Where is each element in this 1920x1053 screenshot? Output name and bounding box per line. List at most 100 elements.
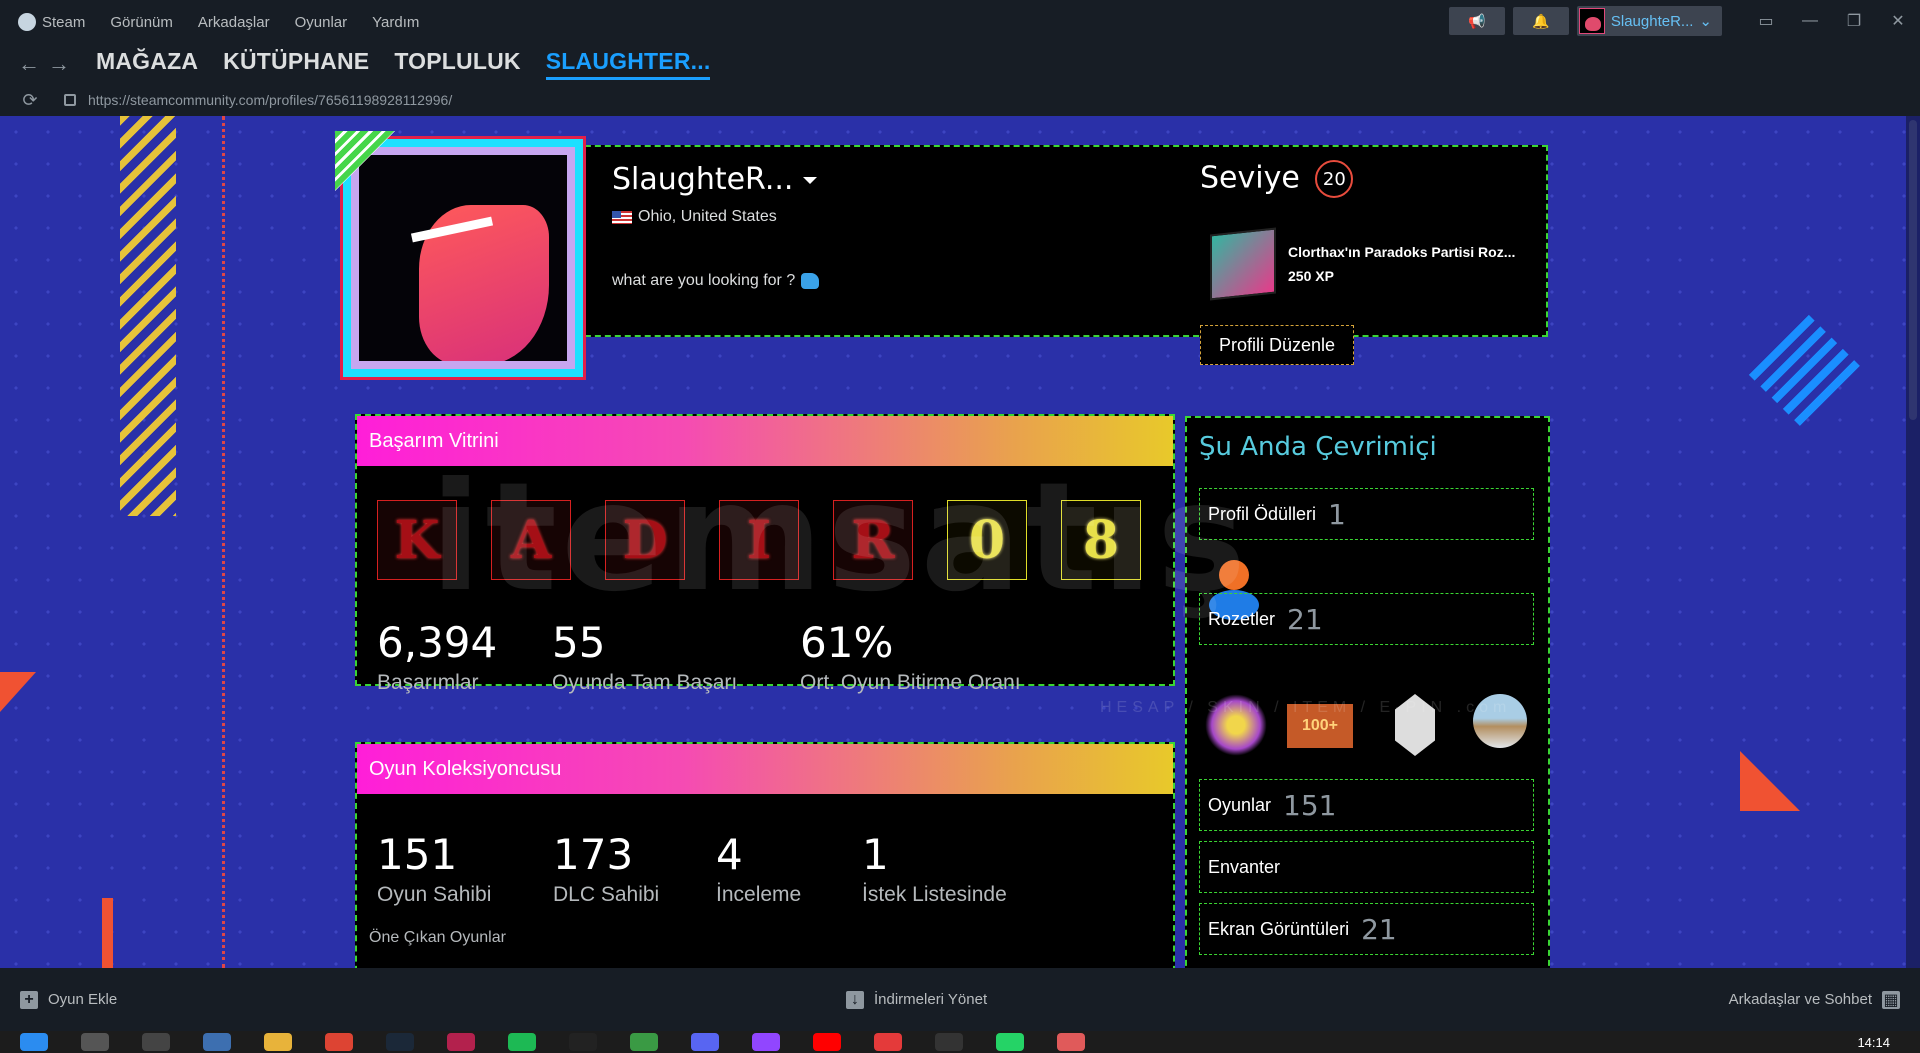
badge-shield-icon[interactable]: [1395, 694, 1435, 756]
edit-profile-button[interactable]: Profili Düzenle: [1200, 325, 1354, 365]
level-badge[interactable]: 20: [1315, 160, 1354, 198]
stat-reviews[interactable]: 4 İnceleme: [716, 830, 862, 907]
stat-wishlist[interactable]: 1 İstek Listesinde: [862, 830, 1007, 907]
decor-stripes: [120, 116, 176, 516]
search-icon[interactable]: [81, 1033, 109, 1051]
nav-profile[interactable]: SLAUGHTER...: [545, 48, 711, 80]
caret-down-icon[interactable]: [803, 177, 818, 184]
favorite-badge-name[interactable]: Clorthax'ın Paradoks Partisi Roz...: [1288, 244, 1515, 260]
thumbs-up-icon: [801, 272, 820, 289]
achievement-stats: 6,394 Başarımlar 55 Oyunda Tam Başarı 61…: [377, 618, 1173, 695]
stat-dlc-owned[interactable]: 173 DLC Sahibi: [553, 830, 716, 907]
achievement-tile[interactable]: I: [719, 500, 799, 580]
achievement-tile[interactable]: A: [491, 500, 571, 580]
nav-library[interactable]: KÜTÜPHANE: [223, 48, 369, 80]
maximize-icon[interactable]: ❐: [1832, 6, 1876, 36]
back-arrow-icon[interactable]: ←: [14, 51, 44, 77]
title-bar-controls: 📢 🔔 SlaughteR... ⌄ ▭ — ❐ ✕: [1448, 6, 1920, 36]
app-icon[interactable]: [1057, 1033, 1085, 1051]
persona-name[interactable]: SlaughteR...: [612, 162, 818, 197]
page-scrollbar[interactable]: [1906, 116, 1920, 968]
reload-icon[interactable]: ⟳: [10, 90, 50, 111]
os-taskbar: 14:14: [0, 1031, 1920, 1053]
achievement-tiles: K A D I R 0 8: [377, 500, 1173, 580]
app-icon[interactable]: [447, 1033, 475, 1051]
announcements-button[interactable]: 📢: [1448, 7, 1505, 35]
badge-list: 100+: [1205, 694, 1545, 764]
twitch-icon[interactable]: [752, 1033, 780, 1051]
manage-downloads-button[interactable]: ↓ İndirmeleri Yönet: [846, 990, 987, 1009]
achievement-tile[interactable]: D: [605, 500, 685, 580]
main-nav: ← → MAĞAZA KÜTÜPHANE TOPLULUK SLAUGHTER.…: [0, 44, 1920, 84]
minimize-icon[interactable]: —: [1788, 6, 1832, 36]
badge-landscape-icon[interactable]: [1473, 694, 1527, 748]
achievement-tile[interactable]: R: [833, 500, 913, 580]
steam-logo-icon: [18, 13, 36, 31]
badge-icon[interactable]: [1205, 694, 1267, 756]
favorite-badge-icon[interactable]: [1210, 227, 1276, 301]
app-icon[interactable]: [874, 1033, 902, 1051]
url-text[interactable]: https://steamcommunity.com/profiles/7656…: [88, 92, 452, 108]
decor-triangle: [0, 672, 36, 712]
profile-sidebar: Şu Anda Çevrimiçi Profil Ödülleri 1 Roze…: [1185, 416, 1550, 968]
decor-stripes-right: [1745, 311, 1865, 431]
profile-avatar: [335, 131, 586, 380]
badge-100-icon[interactable]: 100+: [1287, 704, 1353, 748]
stat-perfect-games[interactable]: 55 Oyunda Tam Başarı: [552, 618, 800, 695]
app-icon[interactable]: [630, 1033, 658, 1051]
menu-friends[interactable]: Arkadaşlar: [198, 14, 270, 31]
nav-community[interactable]: TOPLULUK: [394, 48, 520, 80]
steam-menu[interactable]: Steam: [18, 13, 85, 31]
profile-awards-link[interactable]: Profil Ödülleri 1: [1199, 488, 1534, 540]
chevron-down-icon: ⌄: [1699, 13, 1712, 30]
store-icon[interactable]: [203, 1033, 231, 1051]
stat-achievements[interactable]: 6,394 Başarımlar: [377, 618, 552, 695]
add-game-button[interactable]: + Oyun Ekle: [20, 990, 117, 1009]
achievement-tile[interactable]: 0: [947, 500, 1027, 580]
plus-icon: +: [20, 990, 38, 1009]
forward-arrow-icon[interactable]: →: [44, 51, 74, 77]
screenshots-link[interactable]: Ekran Görüntüleri 21: [1199, 903, 1534, 955]
achievement-tile[interactable]: 8: [1061, 500, 1141, 580]
app-icon[interactable]: [569, 1033, 597, 1051]
badges-link[interactable]: Rozetler 21: [1199, 593, 1534, 645]
youtube-icon[interactable]: [813, 1033, 841, 1051]
menu-view[interactable]: Görünüm: [110, 14, 173, 31]
discord-icon[interactable]: [691, 1033, 719, 1051]
spotify-icon[interactable]: [508, 1033, 536, 1051]
featured-games-label: Öne Çıkan Oyunlar: [369, 929, 506, 946]
chrome-icon[interactable]: [325, 1033, 353, 1051]
account-name: SlaughteR...: [1610, 12, 1694, 30]
achievement-showcase: Başarım Vitrini K A D I R 0 8 6,394 Başa…: [355, 414, 1175, 694]
profile-level: Seviye 20: [1200, 160, 1354, 198]
inventory-link[interactable]: Envanter: [1199, 841, 1534, 893]
games-link[interactable]: Oyunlar 151: [1199, 779, 1534, 831]
menu-help[interactable]: Yardım: [372, 14, 419, 31]
windows-start-icon[interactable]: [20, 1033, 48, 1051]
friends-icon: ▦: [1882, 990, 1900, 1009]
bottom-bar: + Oyun Ekle ↓ İndirmeleri Yönet Arkadaşl…: [0, 968, 1920, 1031]
whatsapp-icon[interactable]: [996, 1033, 1024, 1051]
online-status: Şu Anda Çevrimiçi: [1199, 432, 1437, 462]
lock-icon: [64, 94, 76, 106]
steam-taskbar-icon[interactable]: [386, 1033, 414, 1051]
scrollbar-thumb[interactable]: [1909, 120, 1917, 420]
big-picture-icon[interactable]: ▭: [1744, 6, 1788, 36]
notifications-button[interactable]: 🔔: [1512, 7, 1569, 35]
collector-stats: 151 Oyun Sahibi 173 DLC Sahibi 4 İncelem…: [377, 830, 1173, 907]
clock[interactable]: 14:14: [1857, 1035, 1890, 1050]
menu-games[interactable]: Oyunlar: [295, 14, 348, 31]
nav-store[interactable]: MAĞAZA: [96, 48, 198, 80]
file-explorer-icon[interactable]: [264, 1033, 292, 1051]
profile-location: Ohio, United States: [612, 208, 777, 226]
decor-dotted-line: [222, 116, 225, 968]
epic-games-icon[interactable]: [935, 1033, 963, 1051]
friends-chat-button[interactable]: Arkadaşlar ve Sohbet ▦: [1729, 990, 1900, 1009]
game-collector-showcase: Oyun Koleksiyoncusu 151 Oyun Sahibi 173 …: [355, 742, 1175, 968]
stat-games-owned[interactable]: 151 Oyun Sahibi: [377, 830, 553, 907]
download-icon: ↓: [846, 990, 864, 1009]
achievement-tile[interactable]: K: [377, 500, 457, 580]
account-menu[interactable]: SlaughteR... ⌄: [1576, 6, 1722, 36]
close-icon[interactable]: ✕: [1876, 6, 1920, 36]
task-view-icon[interactable]: [142, 1033, 170, 1051]
